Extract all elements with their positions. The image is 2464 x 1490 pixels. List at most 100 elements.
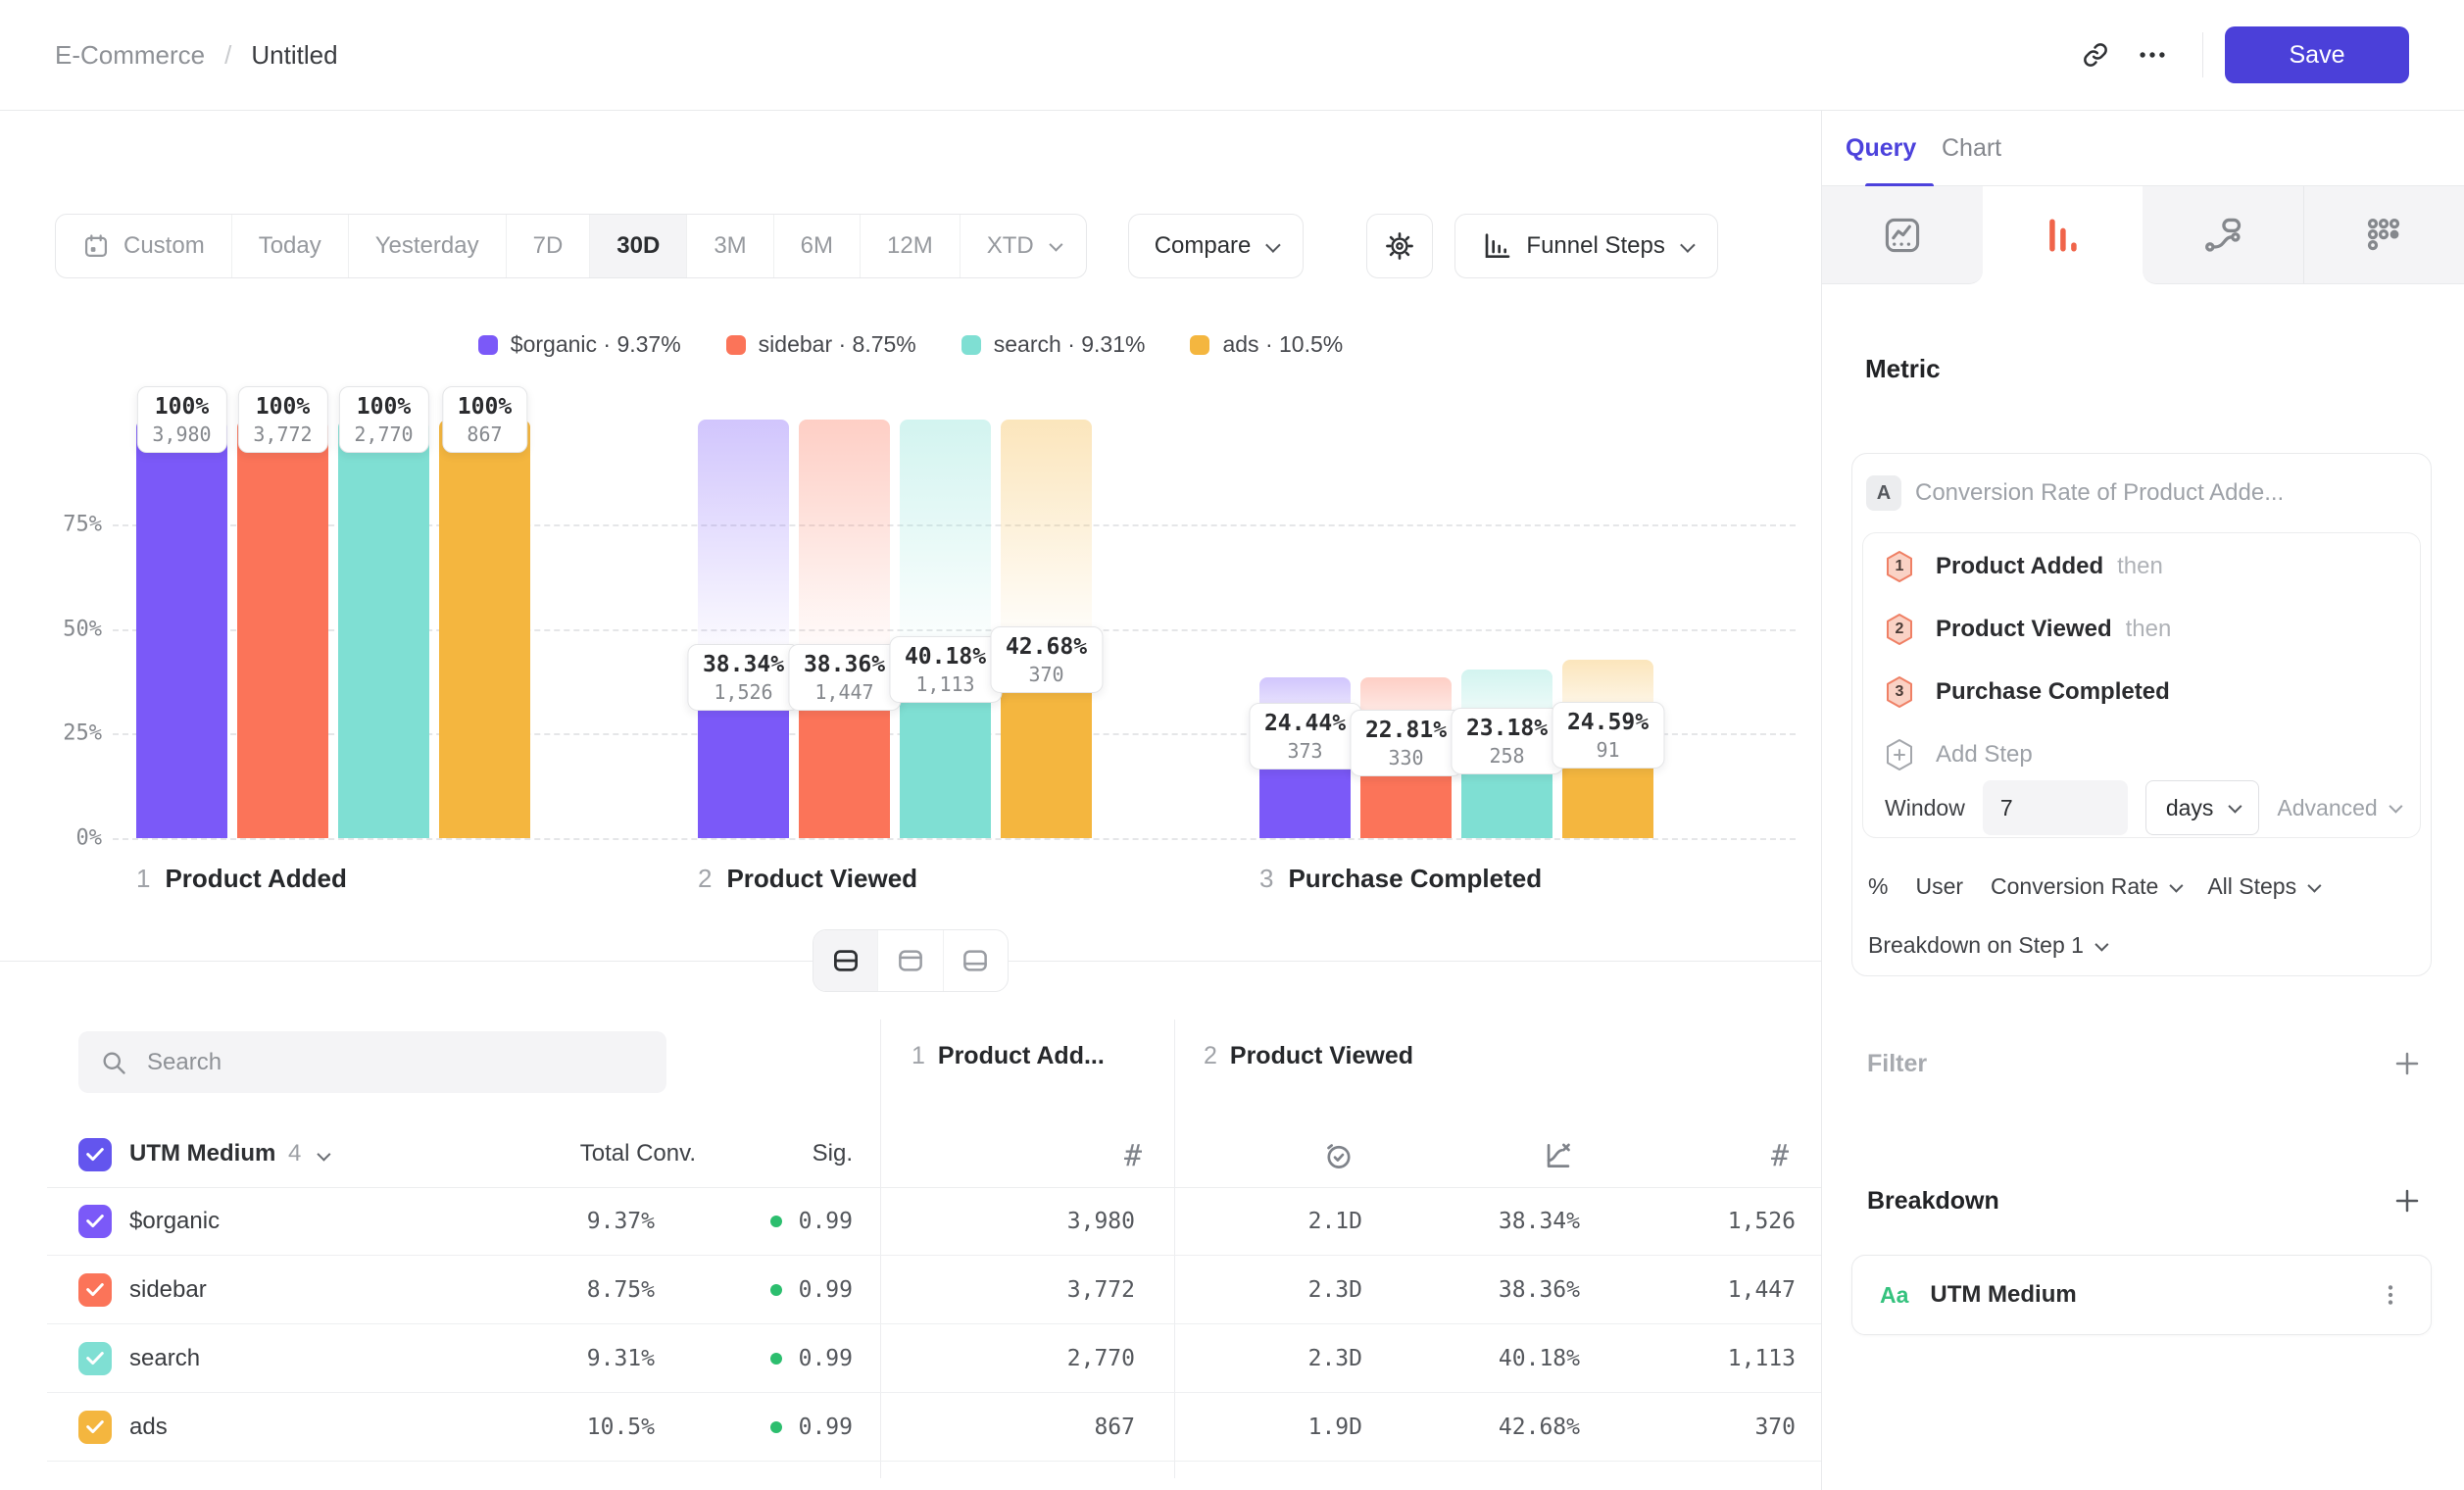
- window-unit-select[interactable]: days: [2145, 780, 2260, 835]
- table-row-ads[interactable]: ads10.5%0.998671.9D42.68%370: [0, 1393, 1821, 1462]
- share-link-icon[interactable]: [2067, 26, 2124, 83]
- bar-value-label: 23.18%258: [1451, 708, 1563, 774]
- bar-count: 258: [1466, 743, 1548, 769]
- add-filter-icon[interactable]: [2392, 1049, 2422, 1078]
- table-row-organic[interactable]: $organic9.37%0.993,9802.1D38.34%1,526: [0, 1187, 1821, 1256]
- save-button[interactable]: Save: [2225, 26, 2409, 83]
- table-row-sidebar[interactable]: sidebar8.75%0.993,7722.3D38.36%1,447: [0, 1256, 1821, 1324]
- hash-icon[interactable]: #: [1106, 1128, 1160, 1183]
- range-label: 7D: [533, 232, 564, 260]
- funnel-bar[interactable]: [338, 420, 429, 838]
- compare-button[interactable]: Compare: [1128, 214, 1305, 278]
- breadcrumb-title[interactable]: Untitled: [251, 40, 337, 71]
- row-checkbox[interactable]: [78, 1342, 112, 1375]
- settings-button[interactable]: [1366, 214, 1433, 278]
- breadcrumb: E-Commerce / Untitled: [55, 40, 338, 71]
- avg-time-icon[interactable]: [1311, 1128, 1366, 1183]
- bar-count: 91: [1567, 737, 1649, 763]
- layout-split-icon[interactable]: [813, 930, 878, 991]
- advanced-toggle[interactable]: Advanced: [2277, 795, 2398, 821]
- step-label: Product Add...: [938, 1042, 1105, 1070]
- add-step-button[interactable]: Add Step: [1885, 723, 2033, 786]
- bar-value-label: 24.44%373: [1249, 703, 1361, 770]
- measure-rate-dropdown[interactable]: Conversion Rate: [1991, 873, 2180, 900]
- breadcrumb-project[interactable]: E-Commerce: [55, 40, 205, 71]
- chart-view-button[interactable]: Funnel Steps: [1454, 214, 1717, 278]
- group-count: 4: [288, 1140, 301, 1167]
- line-chart-icon[interactable]: [1822, 186, 1983, 284]
- funnel-bar-ghost: [900, 420, 991, 670]
- funnel-steps-icon: [1481, 230, 1512, 262]
- metric-name-row[interactable]: A Conversion Rate of Product Adde...: [1866, 475, 2284, 511]
- range-label: 6M: [801, 232, 833, 260]
- funnel-bar[interactable]: [136, 420, 227, 838]
- measure-steps-dropdown[interactable]: All Steps: [2207, 873, 2318, 900]
- range-yesterday[interactable]: Yesterday: [349, 215, 507, 277]
- range-6m[interactable]: 6M: [774, 215, 861, 277]
- row-checkbox[interactable]: [78, 1273, 112, 1307]
- funnel-chart-icon[interactable]: [1983, 186, 2144, 284]
- hexagon-step-icon: 1: [1885, 550, 1914, 583]
- row-checkbox[interactable]: [78, 1411, 112, 1444]
- chevron-down-icon: [2170, 878, 2184, 892]
- bar-count: 3,980: [152, 422, 211, 447]
- query-step-2[interactable]: 2Product Viewedthen: [1885, 598, 2171, 661]
- calendar-icon: [82, 232, 110, 260]
- range-30d[interactable]: 30D: [590, 215, 687, 277]
- grid-chart-icon[interactable]: [2303, 186, 2464, 284]
- select-all-checkbox[interactable]: [78, 1138, 112, 1171]
- row-name: sidebar: [129, 1276, 207, 1304]
- group-column-header[interactable]: UTM Medium 4: [129, 1140, 327, 1167]
- gridline-0: [113, 838, 1796, 840]
- layout-top-icon[interactable]: [878, 930, 943, 991]
- tab-chart[interactable]: Chart: [1942, 111, 2001, 186]
- step-then-label: then: [2126, 616, 2172, 643]
- y-tick-label: 0%: [0, 826, 102, 851]
- bar-pct: 100%: [152, 392, 211, 422]
- metric-cell: 38.36%: [1374, 1277, 1580, 1303]
- range-3m[interactable]: 3M: [687, 215, 773, 277]
- kebab-icon[interactable]: [2378, 1282, 2403, 1308]
- search-icon: [100, 1049, 127, 1076]
- breakdown-on-dropdown[interactable]: Breakdown on Step 1: [1868, 932, 2105, 959]
- chevron-down-icon: [1266, 237, 1282, 253]
- bar-value-label: 100%3,772: [237, 386, 327, 453]
- hash-icon[interactable]: #: [1752, 1128, 1807, 1183]
- bar-count: 1,526: [703, 679, 784, 705]
- tab-query[interactable]: Query: [1846, 111, 1916, 186]
- layout-bottom-icon[interactable]: [944, 930, 1008, 991]
- checkbox-check-icon: [84, 1144, 106, 1166]
- add-breakdown-icon[interactable]: [2392, 1186, 2422, 1216]
- range-today[interactable]: Today: [232, 215, 349, 277]
- bar-pct: 100%: [253, 392, 312, 422]
- range-7d[interactable]: 7D: [507, 215, 591, 277]
- bar-pct: 100%: [354, 392, 413, 422]
- step-number: 2: [698, 864, 712, 894]
- significance-value: 0.99: [706, 1209, 853, 1234]
- table-row-search[interactable]: search9.31%0.992,7702.3D40.18%1,113: [0, 1324, 1821, 1393]
- range-custom[interactable]: Custom: [56, 215, 232, 277]
- flow-chart-icon[interactable]: [2143, 186, 2303, 284]
- funnel-bar[interactable]: [439, 420, 530, 838]
- query-step-1[interactable]: 1Product Addedthen: [1885, 535, 2163, 598]
- bar-count: 373: [1264, 738, 1346, 764]
- measure-pct[interactable]: %: [1868, 873, 1888, 900]
- range-12m[interactable]: 12M: [861, 215, 961, 277]
- topbar-actions: Save: [2067, 26, 2409, 83]
- funnel-bar[interactable]: [237, 420, 328, 838]
- sig-header[interactable]: Sig.: [706, 1140, 853, 1167]
- range-xtd[interactable]: XTD: [961, 215, 1086, 277]
- more-menu-icon[interactable]: [2124, 26, 2181, 83]
- breakdown-item[interactable]: Aa UTM Medium: [1851, 1255, 2432, 1335]
- bar-pct: 42.68%: [1006, 632, 1087, 662]
- total-conv-header[interactable]: Total Conv.: [451, 1140, 696, 1167]
- funnel-bar-ghost: [1001, 420, 1092, 660]
- measure-user[interactable]: User: [1915, 873, 1963, 900]
- row-checkbox[interactable]: [78, 1205, 112, 1238]
- query-step-label: Product Added: [1936, 553, 2103, 580]
- conversion-icon[interactable]: [1531, 1128, 1586, 1183]
- query-step-3[interactable]: 3Purchase Completed: [1885, 661, 2170, 723]
- window-value-input[interactable]: [1983, 780, 2128, 835]
- metric-cell: 1,447: [1590, 1277, 1796, 1303]
- search-input[interactable]: [145, 1048, 645, 1077]
